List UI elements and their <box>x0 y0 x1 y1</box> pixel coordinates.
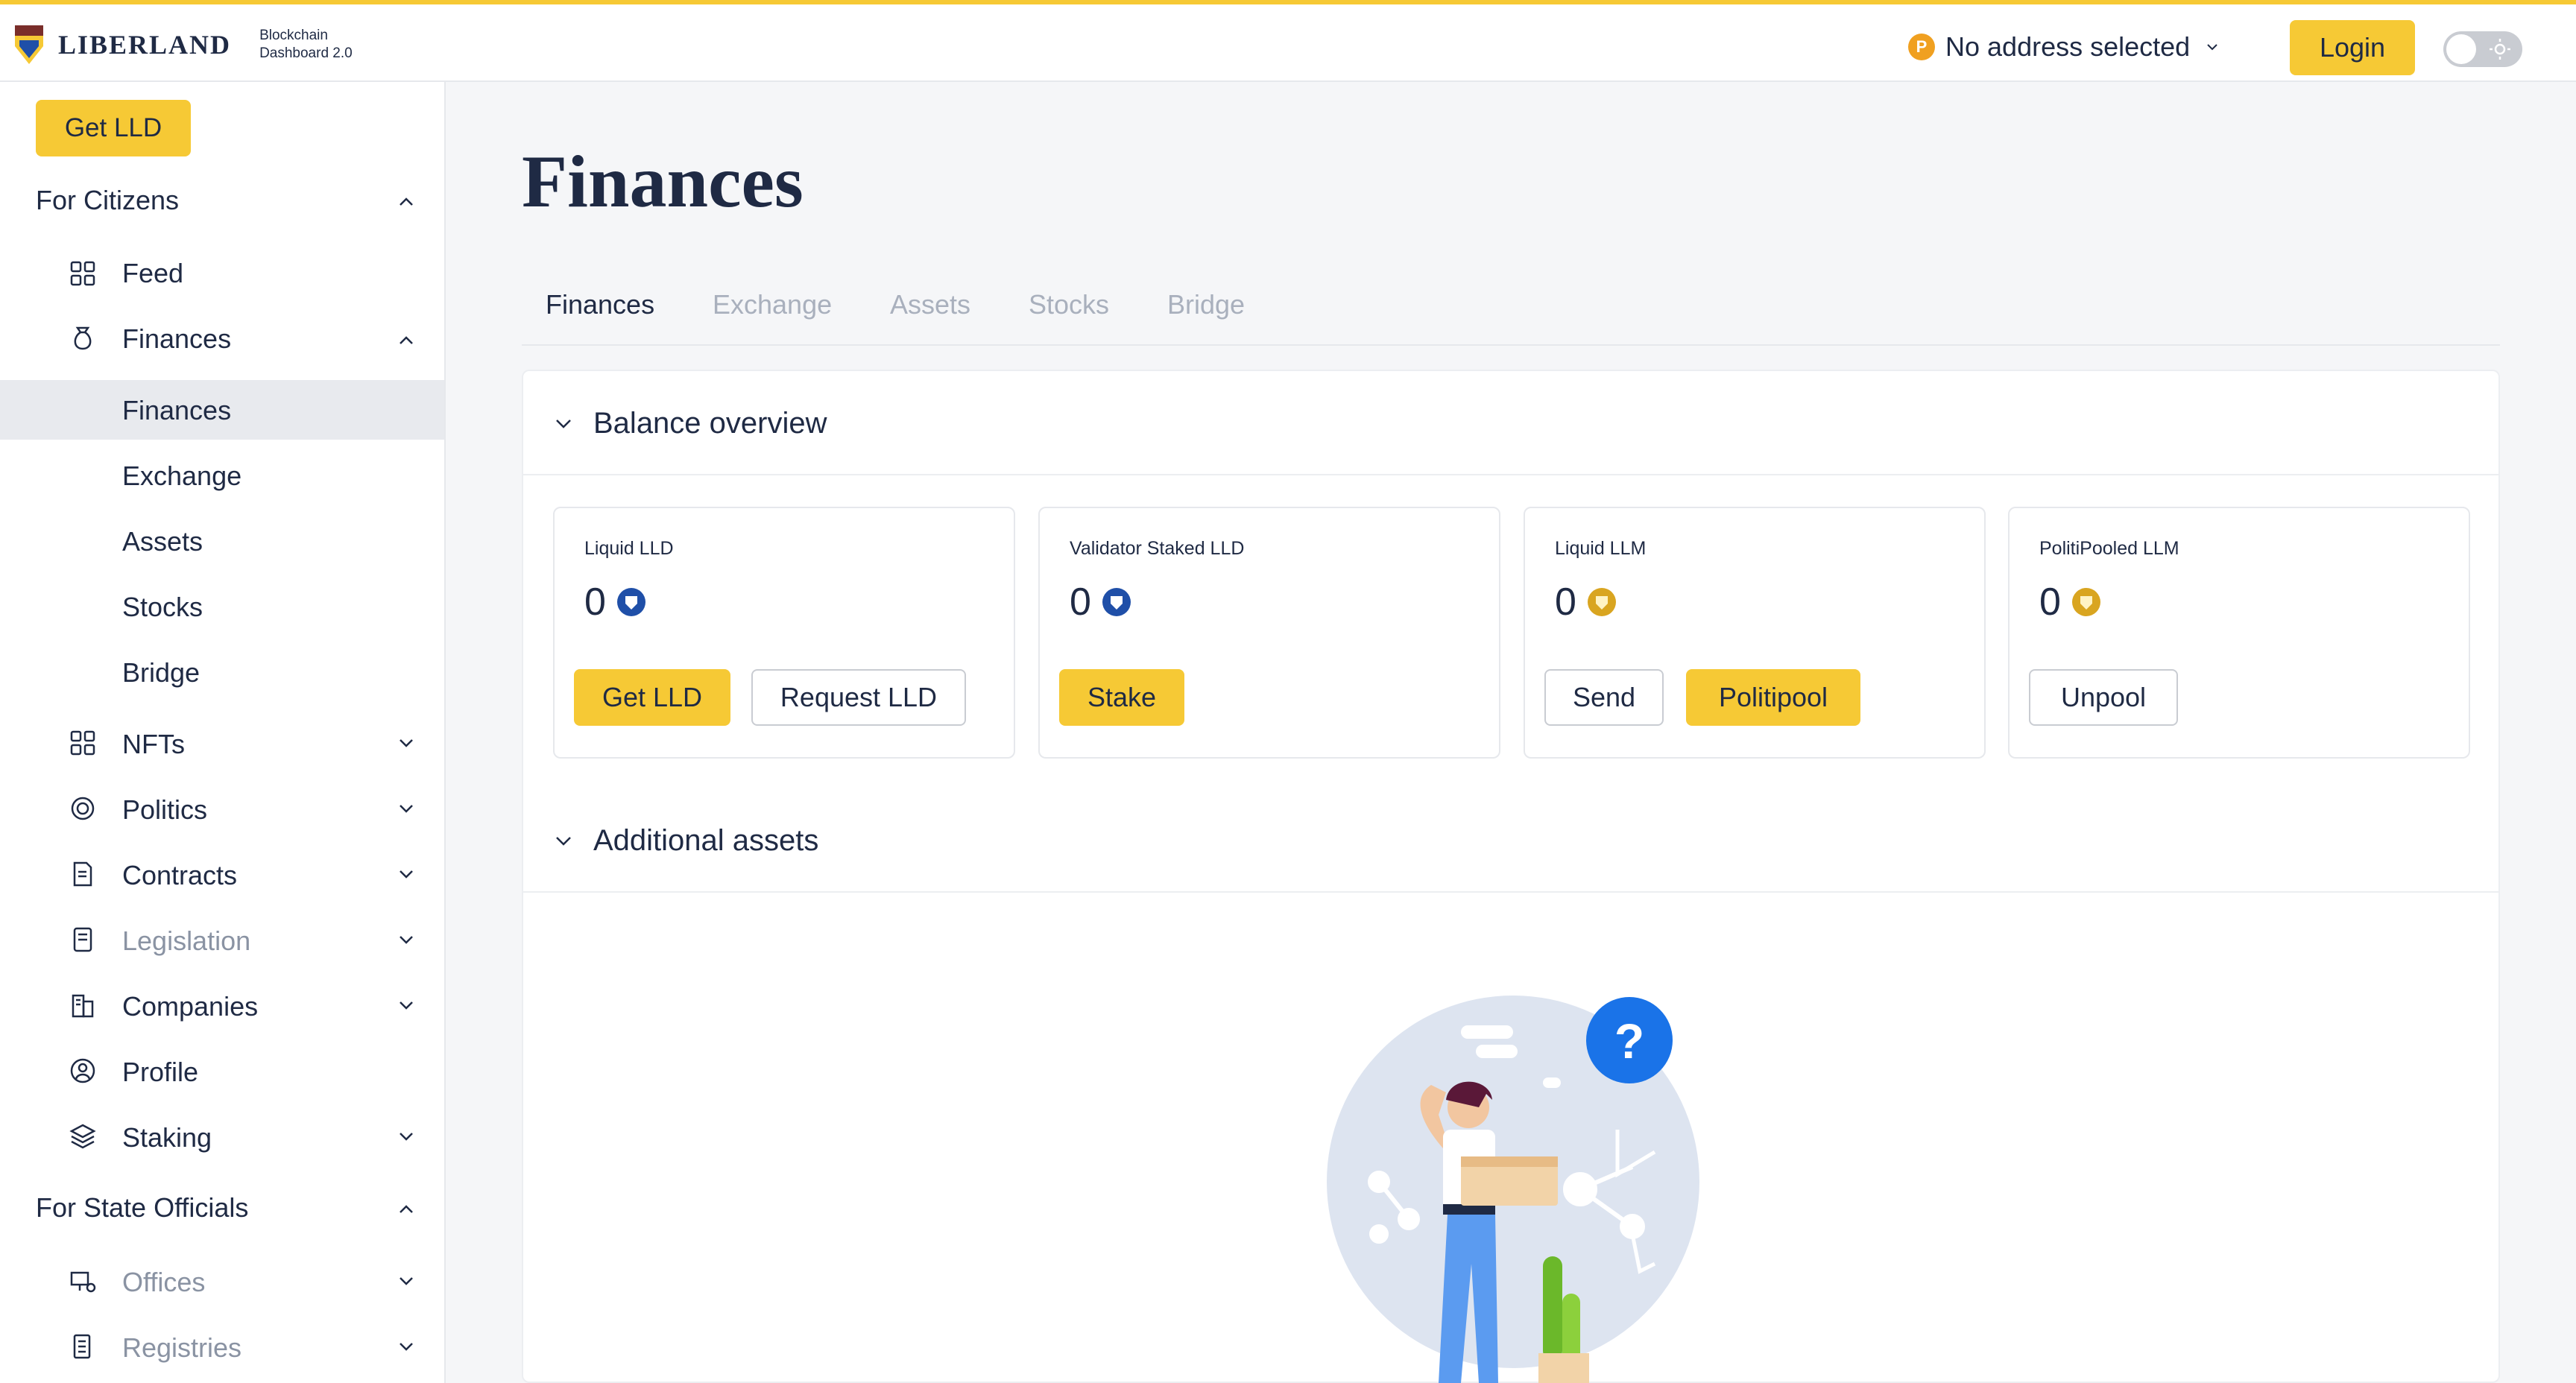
logo[interactable]: LIBERLAND Blockchain Dashboard 2.0 <box>13 24 353 66</box>
sidebar-item-finances[interactable]: Finances <box>122 323 231 355</box>
sidebar-item-nfts[interactable]: NFTs <box>122 729 185 760</box>
llm-coin-icon <box>1587 588 1616 616</box>
money-bag-icon <box>74 326 92 350</box>
address-selector[interactable]: P No address selected <box>1908 31 2218 63</box>
sidebar-item-offices[interactable]: Offices <box>122 1267 205 1298</box>
get-lld-button[interactable]: Get LLD <box>574 669 730 726</box>
section-for-state-officials[interactable]: For State Officials <box>36 1192 248 1224</box>
chevron-up-icon[interactable] <box>397 1200 416 1219</box>
profile-icon <box>70 1058 95 1083</box>
tab-bar: Finances Exchange Assets Stocks Bridge <box>522 282 2500 346</box>
card-liquid-llm: Liquid LLM 0 Send Politipool <box>1524 507 1986 759</box>
sidebar-subitem-finances[interactable]: Finances <box>122 395 231 426</box>
scroll-icon <box>73 927 92 952</box>
tab-finances[interactable]: Finances <box>546 289 654 320</box>
chevron-down-icon[interactable] <box>397 996 416 1015</box>
send-button[interactable]: Send <box>1544 669 1664 726</box>
sidebar-item-contracts[interactable]: Contracts <box>122 860 237 891</box>
card-label: Liquid LLD <box>584 538 674 559</box>
building-icon <box>72 994 94 1018</box>
card-value: 0 <box>1555 580 1617 624</box>
tab-bridge[interactable]: Bridge <box>1167 289 1245 320</box>
balance-overview-title: Balance overview <box>593 407 827 440</box>
chevron-down-icon[interactable] <box>397 1271 416 1291</box>
liberland-shield-icon <box>15 25 43 64</box>
logo-subtitle-line1: Blockchain <box>259 28 328 43</box>
sidebar-item-registries[interactable]: Registries <box>122 1332 242 1364</box>
top-bar: LIBERLAND Blockchain Dashboard 2.0 P No … <box>0 0 2576 82</box>
balance-value: 0 <box>1070 580 1091 624</box>
card-label: Validator Staked LLD <box>1070 538 1245 559</box>
theme-toggle[interactable] <box>2443 31 2522 67</box>
balance-value: 0 <box>2039 580 2061 624</box>
sidebar-item-legislation[interactable]: Legislation <box>122 925 250 957</box>
card-value: 0 <box>1070 580 1131 624</box>
llm-coin-icon <box>2071 588 2100 616</box>
card-value: 0 <box>2039 580 2101 624</box>
svg-text:?: ? <box>1614 1013 1644 1069</box>
sidebar-item-politics[interactable]: Politics <box>122 794 207 826</box>
chevron-down-icon[interactable] <box>397 864 416 884</box>
section-for-citizens[interactable]: For Citizens <box>36 185 179 216</box>
tab-exchange[interactable]: Exchange <box>713 289 832 320</box>
grid-icon <box>70 730 95 756</box>
stake-button[interactable]: Stake <box>1059 669 1184 726</box>
page-title: Finances <box>522 140 804 223</box>
politipool-button[interactable]: Politipool <box>1686 669 1860 726</box>
sidebar: Get LLD For Citizens Feed Finances Finan… <box>0 82 446 1383</box>
sidebar-subitem-exchange[interactable]: Exchange <box>122 461 242 492</box>
sidebar-item-feed[interactable]: Feed <box>122 258 183 289</box>
polkadot-icon: P <box>1908 34 1935 60</box>
chevron-up-icon[interactable] <box>397 331 416 350</box>
logo-subtitle-line2: Dashboard 2.0 <box>259 45 353 61</box>
sidebar-item-staking[interactable]: Staking <box>122 1122 212 1153</box>
additional-assets-header[interactable]: Additional assets <box>523 788 2498 893</box>
chevron-down-icon[interactable] <box>553 413 574 434</box>
chevron-down-icon[interactable] <box>397 930 416 949</box>
card-label: Liquid LLM <box>1555 538 1647 559</box>
card-validator-staked-lld: Validator Staked LLD 0 Stake <box>1038 507 1500 759</box>
badge-icon <box>71 797 95 820</box>
sidebar-get-lld-button[interactable]: Get LLD <box>36 100 191 156</box>
sidebar-subitem-assets[interactable]: Assets <box>122 526 203 557</box>
lld-coin-icon <box>1102 588 1131 616</box>
toggle-knob <box>2446 34 2476 64</box>
chevron-down-icon[interactable] <box>397 799 416 818</box>
card-value: 0 <box>584 580 646 624</box>
additional-assets-title: Additional assets <box>593 824 819 857</box>
request-lld-button[interactable]: Request LLD <box>751 669 966 726</box>
registry-icon <box>73 1334 91 1359</box>
card-label: PolitiPooled LLM <box>2039 538 2179 559</box>
card-liquid-lld: Liquid LLD 0 Get LLD Request LLD <box>553 507 1015 759</box>
tab-stocks[interactable]: Stocks <box>1029 289 1109 320</box>
chevron-down-icon <box>2207 44 2217 51</box>
chevron-down-icon[interactable] <box>397 733 416 753</box>
logo-subtitle: Blockchain Dashboard 2.0 <box>259 27 353 63</box>
empty-state-illustration: ? <box>1327 996 1699 1383</box>
logo-text: LIBERLAND <box>58 30 232 60</box>
balance-value: 0 <box>1555 580 1576 624</box>
unpool-button[interactable]: Unpool <box>2029 669 2178 726</box>
address-label: No address selected <box>1945 31 2191 62</box>
sidebar-item-companies[interactable]: Companies <box>122 991 258 1022</box>
office-icon <box>70 1271 96 1293</box>
card-politipooled-llm: PolitiPooled LLM 0 Unpool <box>2008 507 2470 759</box>
balance-overview-header[interactable]: Balance overview <box>523 371 2498 475</box>
sun-icon <box>2490 39 2510 60</box>
login-button[interactable]: Login <box>2290 20 2415 75</box>
sidebar-subitem-stocks[interactable]: Stocks <box>122 592 203 623</box>
sidebar-subitem-bridge[interactable]: Bridge <box>122 657 200 689</box>
layers-icon <box>69 1124 96 1149</box>
grid-icon <box>70 261 95 286</box>
balance-value: 0 <box>584 580 606 624</box>
chevron-down-icon[interactable] <box>397 1127 416 1146</box>
sidebar-item-profile[interactable]: Profile <box>122 1057 198 1088</box>
lld-coin-icon <box>616 588 645 616</box>
contract-icon <box>73 861 92 887</box>
tab-assets[interactable]: Assets <box>890 289 970 320</box>
chevron-up-icon[interactable] <box>397 192 416 212</box>
chevron-down-icon[interactable] <box>553 830 574 851</box>
chevron-down-icon[interactable] <box>397 1337 416 1356</box>
